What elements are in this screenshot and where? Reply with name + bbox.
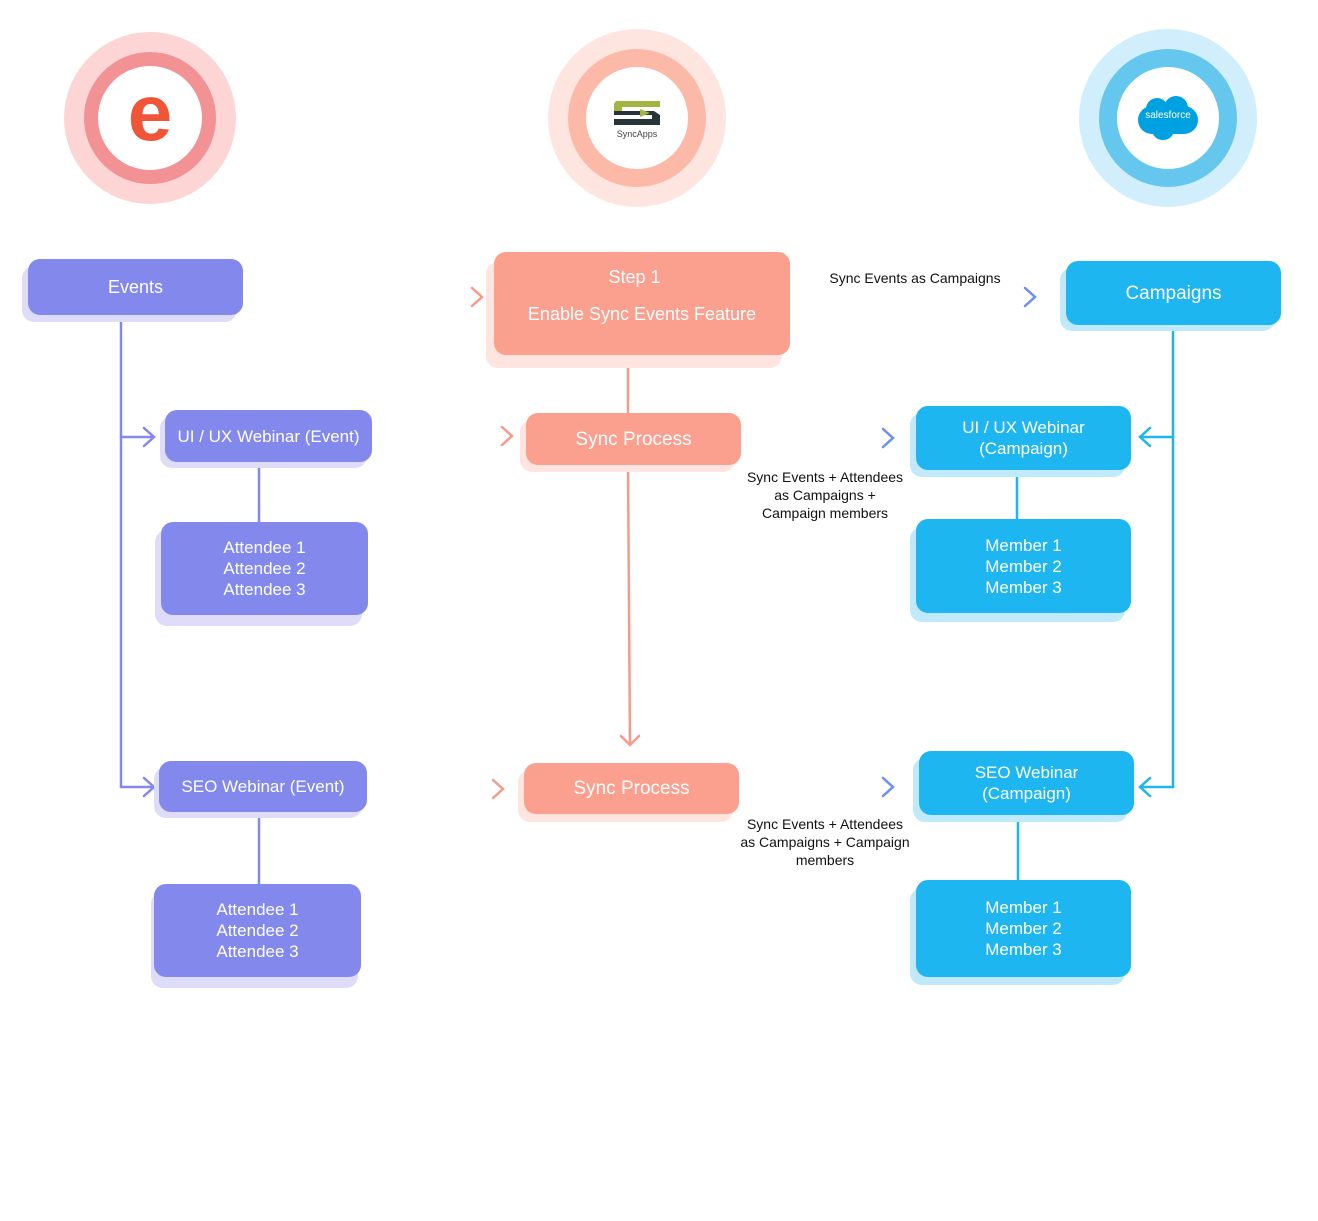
syncapps-logo: SyncApps: [548, 29, 726, 207]
member-item: Member 2: [985, 919, 1062, 938]
attendees-list-2: Attendee 1 Attendee 2 Attendee 3: [154, 884, 361, 977]
sync-process-node-2: Sync Process: [524, 763, 739, 814]
campaigns-label: Campaigns: [1125, 282, 1222, 304]
members-list-2: Member 1 Member 2 Member 3: [916, 880, 1131, 977]
edge-label-bottom: Sync Events + Attendees as Campaigns + C…: [725, 815, 925, 869]
attendee-item: Attendee 3: [223, 580, 306, 599]
sync-down-arrow: [619, 463, 641, 747]
arrow-to-uiux-campaign: [1138, 426, 1175, 448]
attendee-item: Attendee 3: [216, 942, 299, 961]
member-item: Member 1: [985, 898, 1062, 917]
members-list-1: Member 1 Member 2 Member 3: [916, 519, 1131, 613]
edge-label-line: Campaign members: [761, 505, 889, 521]
syncapps-s-icon: [614, 100, 660, 125]
member-item: Member 3: [985, 577, 1062, 597]
attendee-item: Attendee 1: [223, 538, 306, 557]
seo-campaign-type: (Campaign): [982, 784, 1071, 803]
seo-campaign-node: SEO Webinar (Campaign): [919, 751, 1134, 815]
sync-process-label: Sync Process: [573, 778, 690, 799]
salesforce-logo: salesforce: [1079, 29, 1257, 207]
edge-label-line: Sync Events + Attendees: [746, 469, 904, 485]
sync-process-node-1: Sync Process: [526, 413, 741, 465]
edge-label-line: Sync Events + Attendees: [746, 816, 904, 832]
uiux-campaign-label: UI / UX Webinar: [962, 418, 1085, 437]
uiux-campaign-node: UI / UX Webinar (Campaign): [916, 406, 1131, 470]
edge-label-line: as Campaigns + Campaign: [740, 834, 910, 850]
step1-title: Step 1: [608, 267, 661, 287]
salesforce-wordmark: salesforce: [1145, 110, 1191, 121]
step1-node: Step 1 Enable Sync Events Feature: [494, 252, 790, 355]
edge-label-middle: Sync Events + Attendees as Campaigns + C…: [730, 468, 920, 522]
syncapps-wordmark: SyncApps: [616, 128, 658, 139]
seo-campaign-label: SEO Webinar: [974, 763, 1079, 782]
attendee-item: Attendee 2: [216, 921, 299, 940]
attendees-list-1: Attendee 1 Attendee 2 Attendee 3: [161, 522, 368, 615]
member-item: Member 1: [985, 535, 1062, 555]
edge-label-top: Sync Events as Campaigns: [805, 269, 1025, 287]
seo-event-node: SEO Webinar (Event): [159, 761, 367, 812]
member-item: Member 2: [985, 556, 1062, 576]
arrow-to-seo-event: [119, 776, 156, 798]
sync-process-label: Sync Process: [575, 428, 692, 450]
member-item: Member 3: [985, 940, 1062, 959]
seo-event-label: SEO Webinar (Event): [181, 777, 345, 796]
uiux-campaign-type: (Campaign): [979, 439, 1068, 458]
eventbrite-logo: e: [64, 32, 236, 204]
edge-label-text: Sync Events as Campaigns: [829, 270, 1001, 286]
step1-description: Enable Sync Events Feature: [527, 304, 757, 324]
arrow-to-seo-campaign: [1138, 776, 1175, 798]
uiux-event-label: UI / UX Webinar (Event): [177, 426, 360, 446]
events-label: Events: [107, 276, 164, 297]
attendee-item: Attendee 2: [223, 559, 306, 578]
campaigns-node: Campaigns: [1066, 261, 1281, 325]
salesforce-cloud-icon: salesforce: [1136, 96, 1200, 140]
arrow-to-uiux-event: [119, 426, 156, 448]
eventbrite-e-icon: e: [127, 68, 173, 157]
edge-label-line: as Campaigns +: [774, 487, 876, 503]
edge-label-line: members: [795, 852, 855, 868]
sync-diagram: e SyncApps salesforce Events Step 1 Enab…: [0, 0, 1318, 1221]
uiux-event-node: UI / UX Webinar (Event): [165, 410, 372, 462]
attendee-item: Attendee 1: [216, 900, 299, 919]
events-node: Events: [28, 259, 243, 315]
